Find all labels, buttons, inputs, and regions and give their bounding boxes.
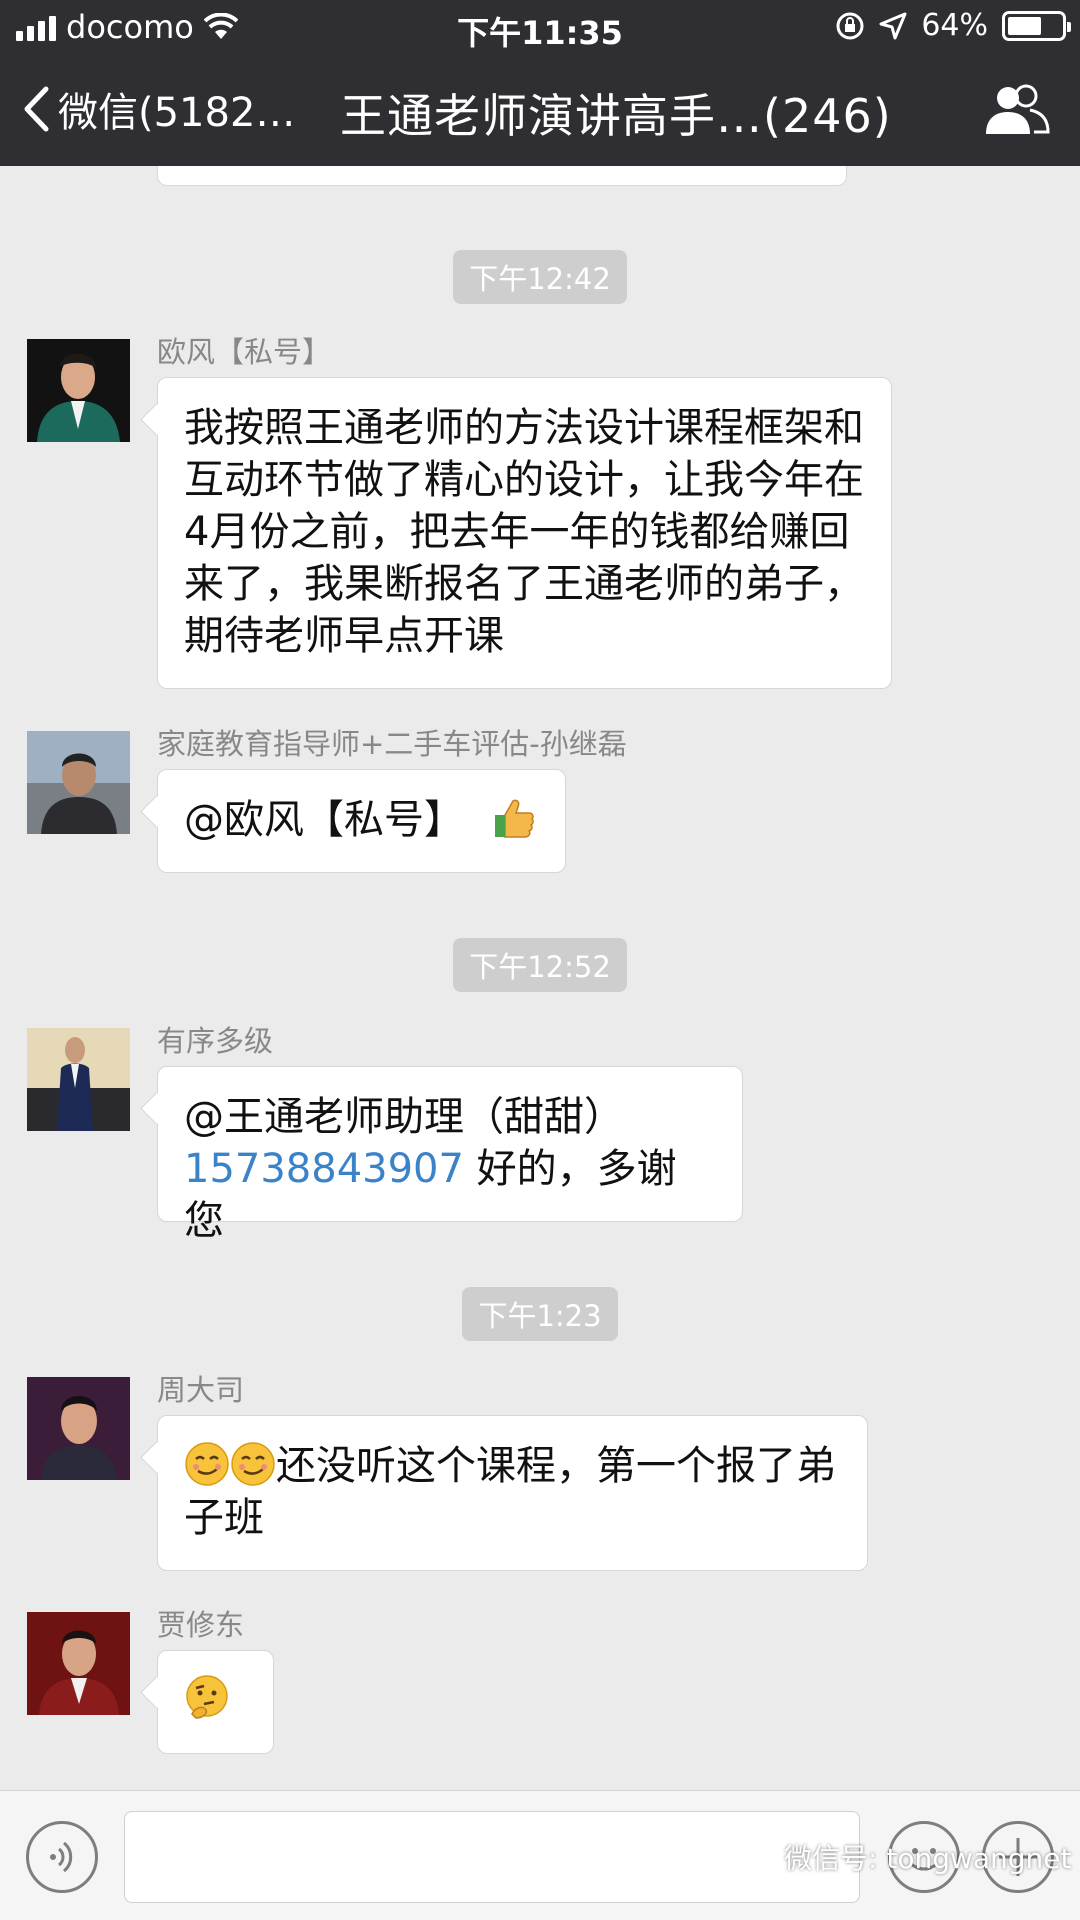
thumbs-up-icon [494, 799, 534, 838]
avatar-image [27, 1612, 130, 1715]
timestamp: 下午12:52 [0, 938, 1080, 992]
location-icon [879, 12, 907, 39]
input-bar: 微信号: tongwangnet [0, 1790, 1080, 1920]
timestamp-label: 下午1:23 [462, 1287, 618, 1341]
timestamp-label: 下午12:42 [453, 250, 627, 304]
sender-name: 周大司 [157, 1373, 245, 1407]
avatar[interactable] [27, 1612, 130, 1715]
timestamp-label: 下午12:52 [453, 938, 627, 992]
message-bubble[interactable]: 还没听这个课程，第一个报了弟子班 [157, 1415, 868, 1571]
status-bar: docomo 下午11:35 64% [0, 0, 1080, 54]
back-button[interactable]: 微信(5182… [22, 80, 295, 138]
battery-percent: 64% [921, 8, 988, 43]
smirk-emoji-icon [185, 1442, 229, 1486]
message-text: 我按照王通老师的方法设计课程框架和互动环节做了精心的设计，让我今年在4月份之前，… [184, 405, 864, 659]
message-text: @王通老师助理（甜甜） [184, 1094, 624, 1140]
avatar-image [27, 1377, 130, 1480]
sender-name: 欧风【私号】 [157, 335, 332, 369]
chat-title: 王通老师演讲高手…(246) [340, 89, 892, 143]
avatar[interactable] [27, 339, 130, 442]
previous-message-bubble [157, 166, 847, 186]
watermark-text: 微信号: tongwangnet [784, 1842, 1072, 1875]
avatar[interactable] [27, 1377, 130, 1480]
watermark: 微信号: tongwangnet [728, 1837, 1072, 1877]
sender-name: 家庭教育指导师+二手车评估-孙继磊 [157, 727, 627, 761]
thinking-emoji-icon [186, 1675, 228, 1719]
voice-button[interactable] [26, 1821, 98, 1893]
avatar-image [27, 339, 130, 442]
avatar[interactable] [27, 1028, 130, 1131]
message-bubble[interactable]: 我按照王通老师的方法设计课程框架和互动环节做了精心的设计，让我今年在4月份之前，… [157, 377, 892, 689]
message-text: 还没听这个课程，第一个报了弟子班 [184, 1443, 836, 1541]
status-right: 64% [835, 8, 1071, 43]
message-text: @欧风【私号】 [184, 797, 464, 843]
sender-name: 贾修东 [157, 1608, 245, 1642]
phone-link[interactable]: 15738843907 [184, 1146, 464, 1192]
rotation-lock-icon [836, 12, 864, 39]
battery-icon [1002, 10, 1071, 41]
nav-bar: 微信(5182… 王通老师演讲高手…(246) [0, 54, 1080, 166]
battery-fill [1008, 16, 1042, 35]
message-bubble[interactable]: @王通老师助理（甜甜） 15738843907 好的，多谢您 [157, 1066, 743, 1244]
message-bubble[interactable]: @欧风【私号】 [157, 769, 566, 873]
smirk-emoji-icon [231, 1442, 275, 1486]
sender-name: 有序多级 [157, 1024, 274, 1058]
group-members-icon[interactable] [984, 82, 1050, 138]
avatar-image [27, 731, 130, 834]
wechat-logo-icon [728, 1839, 773, 1873]
message-bubble[interactable] [157, 1650, 274, 1754]
chat-area[interactable]: 下午12:42 欧风【私号】 我按照王通老师的方法设计课程框架和互动环节做了精心… [0, 166, 1080, 1790]
avatar-image [27, 1028, 130, 1131]
timestamp: 下午12:42 [0, 250, 1080, 304]
timestamp: 下午1:23 [0, 1287, 1080, 1341]
chevron-left-icon [24, 86, 49, 132]
voice-icon [50, 1841, 73, 1873]
back-label: 微信(5182… [58, 90, 296, 136]
avatar[interactable] [27, 731, 130, 834]
